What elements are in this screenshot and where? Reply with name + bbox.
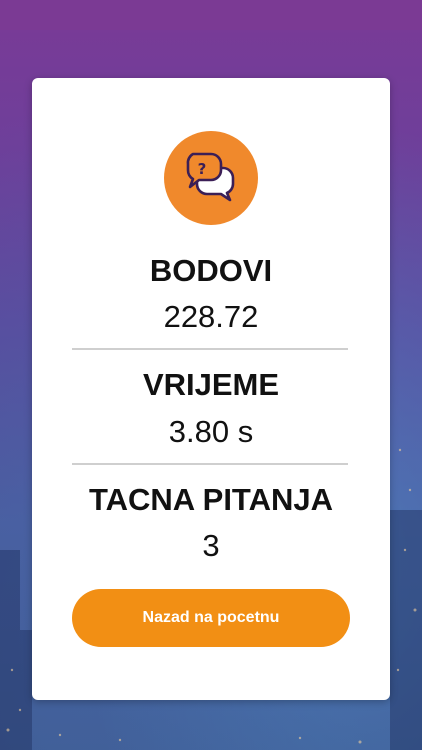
question-chat-icon: ? (186, 152, 235, 202)
results-card: ? BODOVI 228.72 VRIJEME 3.80 s TACNA PIT… (32, 78, 390, 700)
time-label: VRIJEME (142, 367, 280, 402)
points-label: BODOVI (149, 253, 273, 288)
correct-answers-value: 3 (202, 528, 220, 563)
svg-text:?: ? (198, 160, 207, 178)
correct-answers-label: TACNA PITANJA (89, 482, 333, 517)
status-bar-background (0, 0, 422, 30)
back-to-home-button[interactable]: Nazad na pocetnu (72, 589, 350, 647)
time-value: 3.80 s (168, 414, 254, 449)
points-value: 228.72 (163, 299, 259, 334)
divider (72, 463, 348, 465)
divider (72, 348, 348, 350)
question-badge: ? (164, 131, 258, 225)
